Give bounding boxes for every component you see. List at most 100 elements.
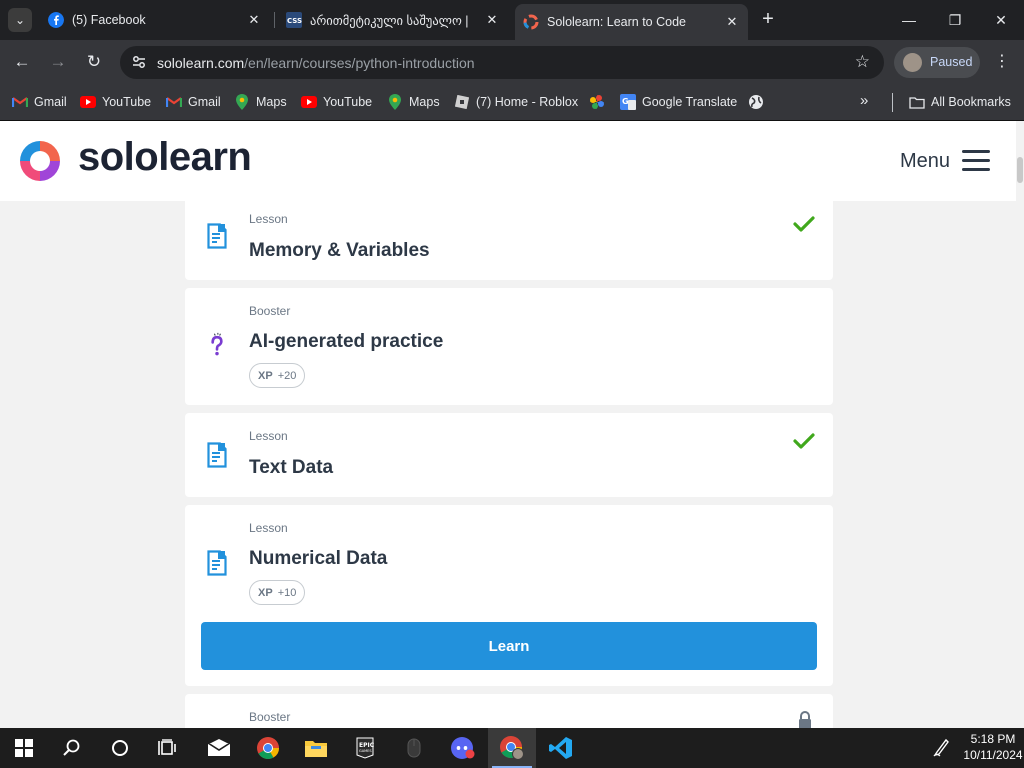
system-clock[interactable]: 5:18 PM 10/11/2024: [962, 731, 1024, 763]
restore-icon[interactable]: ❐: [942, 8, 968, 32]
item-type-label: Lesson: [249, 521, 288, 535]
xp-label: XP: [258, 586, 273, 599]
roblox-icon: [454, 94, 470, 110]
menu-button[interactable]: Menu: [900, 149, 991, 173]
windows-start-icon[interactable]: [0, 728, 48, 768]
bookmark-label: YouTube: [102, 95, 152, 109]
chrome-profile-icon[interactable]: [488, 728, 536, 768]
booster-question-icon: [211, 332, 223, 356]
lesson-icon: [207, 550, 227, 576]
pen-icon[interactable]: [932, 738, 952, 758]
bookmark-photos[interactable]: [589, 92, 611, 112]
site-settings-icon[interactable]: [130, 54, 148, 72]
bookmarks-bar: Gmail YouTube Gmail Maps YouTube Maps (7…: [0, 84, 1024, 121]
tab-sololearn[interactable]: Sololearn: Learn to Code ✕: [515, 4, 748, 40]
bookmark-google-translate[interactable]: G Google Translate: [620, 92, 737, 112]
bookmark-maps[interactable]: Maps: [387, 92, 440, 112]
tab-label: Sololearn: Learn to Code: [547, 15, 686, 29]
item-title: AI-generated practice: [249, 331, 444, 352]
bookmark-gmail[interactable]: Gmail: [166, 92, 221, 112]
avatar: [903, 53, 922, 72]
bookmark-label: Gmail: [188, 95, 221, 109]
bookmark-roblox[interactable]: (7) Home - Roblox: [454, 92, 578, 112]
maps-icon: [387, 94, 403, 110]
svg-text:EPIC: EPIC: [359, 742, 374, 749]
tab-close-icon[interactable]: ✕: [246, 12, 262, 28]
gmail-icon: [166, 94, 182, 110]
url-host: sololearn.com: [157, 55, 245, 71]
bookmark-youtube[interactable]: YouTube: [301, 92, 372, 112]
item-title: Memory & Variables: [249, 240, 430, 261]
course-item-card-current[interactable]: Lesson Numerical Data XP +10 Learn: [185, 505, 833, 686]
xp-value: +20: [277, 369, 297, 382]
sololearn-icon: [523, 14, 539, 30]
forward-icon[interactable]: →: [47, 51, 69, 73]
bookmark-globe[interactable]: [748, 92, 770, 112]
all-bookmarks-button[interactable]: All Bookmarks: [909, 92, 1011, 112]
item-title: Text Data: [249, 457, 334, 478]
item-type-label: Lesson: [249, 429, 288, 443]
bookmark-label: Google Translate: [642, 95, 738, 109]
address-bar[interactable]: sololearn.com/en/learn/courses/python-in…: [120, 46, 884, 79]
bookmark-gmail[interactable]: Gmail: [12, 92, 67, 112]
bookmark-star-icon[interactable]: ☆: [855, 52, 870, 72]
back-icon[interactable]: ←: [11, 51, 33, 73]
scrollbar-thumb[interactable]: [1017, 157, 1023, 183]
file-explorer-icon[interactable]: [292, 728, 340, 768]
minimize-icon[interactable]: —: [896, 8, 922, 32]
item-title: Numerical Data: [249, 548, 388, 569]
css-icon: CSS: [286, 12, 302, 28]
search-icon[interactable]: [48, 728, 96, 768]
tab-css[interactable]: CSS არითმეტიკული საშუალო | ✕: [278, 6, 508, 34]
profile-button[interactable]: Paused: [894, 47, 980, 78]
page-scrollbar[interactable]: [1016, 121, 1024, 728]
bookmark-label: All Bookmarks: [931, 95, 1011, 109]
clock-time: 5:18 PM: [970, 732, 1016, 746]
windows-taskbar: EPIC GAMES 5:18 PM 10/11/2024: [0, 728, 1024, 768]
url-path: /en/learn/courses/python-introduction: [244, 55, 475, 71]
mail-icon[interactable]: [195, 728, 243, 768]
bookmark-label: Maps: [256, 95, 287, 109]
vscode-icon[interactable]: [537, 728, 585, 768]
new-tab-icon[interactable]: +: [758, 9, 778, 29]
course-item-card[interactable]: Booster AI-generated practice XP +20: [185, 288, 833, 405]
tab-close-icon[interactable]: ✕: [484, 12, 500, 28]
page-viewport: sololearn Menu Lesson Memory & Variables…: [0, 121, 1024, 728]
mouse-icon[interactable]: [390, 728, 438, 768]
browser-tab-strip: ⌄ (5) Facebook ✕ CSS არითმეტიკული საშუალ…: [0, 0, 1024, 40]
tab-search-button[interactable]: ⌄: [8, 8, 32, 32]
tab-close-icon[interactable]: ✕: [724, 14, 740, 30]
lock-icon: [799, 711, 811, 728]
bookmark-label: YouTube: [323, 95, 373, 109]
globe-icon: [748, 94, 764, 110]
sololearn-logo-icon[interactable]: [16, 137, 64, 185]
url-text: sololearn.com/en/learn/courses/python-in…: [157, 55, 475, 71]
bookmark-maps[interactable]: Maps: [234, 92, 287, 112]
xp-badge: XP +20: [249, 363, 306, 388]
chrome-icon[interactable]: [244, 728, 292, 768]
facebook-icon: [48, 12, 64, 28]
course-item-card[interactable]: Lesson Text Data: [185, 413, 833, 497]
close-window-icon[interactable]: ✕: [988, 8, 1014, 32]
svg-text:G: G: [622, 97, 629, 106]
completed-check-icon: [793, 216, 815, 232]
reload-icon[interactable]: ↻: [83, 51, 105, 73]
browser-menu-icon[interactable]: ⋮: [994, 51, 1010, 73]
logo-text[interactable]: sololearn: [78, 135, 252, 180]
cortana-icon[interactable]: [96, 728, 144, 768]
bookmarks-overflow-icon[interactable]: »: [860, 92, 868, 109]
clock-date: 10/11/2024: [963, 748, 1023, 762]
item-type-label: Booster: [249, 304, 291, 318]
learn-button[interactable]: Learn: [201, 622, 817, 670]
bookmark-label: Gmail: [34, 95, 67, 109]
discord-icon[interactable]: [439, 728, 487, 768]
xp-label: XP: [258, 369, 273, 382]
tab-facebook[interactable]: (5) Facebook ✕: [40, 6, 270, 34]
task-view-icon[interactable]: [144, 728, 192, 768]
youtube-icon: [80, 94, 96, 110]
bookmark-label: Maps: [409, 95, 440, 109]
course-item-card-locked[interactable]: Booster: [185, 694, 833, 728]
lesson-icon: [207, 223, 227, 249]
epic-games-icon[interactable]: EPIC GAMES: [341, 728, 389, 768]
bookmark-youtube[interactable]: YouTube: [80, 92, 151, 112]
